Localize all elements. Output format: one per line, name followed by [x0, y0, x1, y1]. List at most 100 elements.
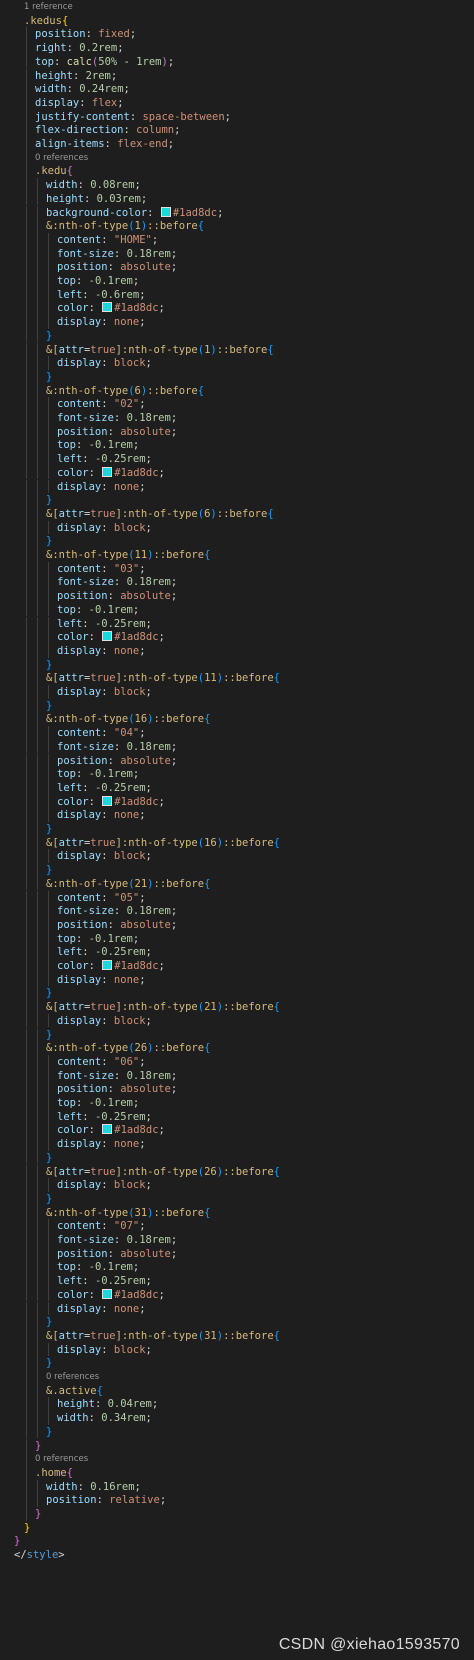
code-token: : — [101, 850, 114, 863]
code-token: { — [267, 507, 274, 520]
code-token: : — [88, 302, 102, 315]
code-token: ; — [158, 631, 165, 644]
indent-guide — [26, 739, 27, 754]
code-line: color: #1ad8dc; — [57, 1288, 165, 1303]
code-token: content — [57, 727, 102, 740]
code-token: ; — [139, 727, 146, 740]
code-token: ; — [139, 973, 146, 986]
code-line: width: 0.16rem; — [46, 1480, 141, 1495]
code-token: right — [35, 42, 67, 55]
code-token: display — [57, 809, 102, 822]
code-token: : — [79, 96, 92, 109]
indent-guide — [48, 356, 49, 370]
indent-guide — [37, 438, 38, 453]
code-token: top — [57, 932, 76, 945]
code-token: display — [57, 1302, 102, 1315]
code-token: ; — [145, 850, 152, 863]
indent-guide — [26, 1178, 27, 1192]
code-line: justify-content: space-between; — [35, 110, 231, 125]
code-line: height: 2rem; — [35, 69, 117, 84]
code-token: 11 — [204, 672, 217, 685]
code-token: content — [57, 1220, 102, 1233]
code-token: ::before — [153, 713, 205, 726]
code-token: 0.08rem — [90, 179, 135, 192]
color-swatch[interactable] — [102, 1288, 113, 1299]
code-token: > — [58, 1549, 65, 1562]
indent-guide — [26, 1246, 27, 1261]
code-token: &:nth-of-type — [46, 1042, 129, 1055]
code-token: &[ — [46, 1329, 59, 1342]
indent-guide — [26, 1301, 27, 1316]
code-token: ::before — [153, 549, 205, 561]
code-token: #1ad8dc — [172, 206, 218, 219]
code-token: fixed — [98, 28, 130, 41]
code-token: absolute — [120, 1247, 171, 1260]
code-line: font-size: 0.18rem; — [57, 1069, 177, 1084]
color-swatch[interactable] — [160, 206, 171, 217]
code-token: absolute — [120, 425, 171, 438]
code-token: 21 — [134, 877, 148, 890]
code-line: display: block; — [57, 1343, 152, 1358]
code-lens[interactable]: 0 references — [46, 1370, 99, 1385]
indent-guide — [37, 342, 38, 357]
code-lens[interactable]: 0 references — [35, 151, 88, 166]
color-swatch[interactable] — [102, 466, 113, 477]
code-token: : — [113, 1234, 127, 1246]
code-token: : — [96, 1494, 110, 1507]
color-swatch[interactable] — [102, 631, 113, 642]
color-swatch[interactable] — [102, 960, 113, 970]
indent-guide — [26, 726, 27, 740]
code-line: font-size: 0.18rem; — [57, 740, 177, 755]
indent-guide — [48, 808, 49, 822]
code-token: : — [101, 1179, 114, 1192]
code-token: { — [273, 1001, 280, 1014]
code-line: color: #1ad8dc; — [57, 1123, 165, 1138]
code-token: : — [107, 918, 121, 931]
code-token: ; — [139, 480, 146, 493]
indent-guide — [26, 972, 27, 987]
code-line: } — [46, 986, 52, 1001]
indent-guide — [37, 1479, 38, 1494]
code-token: 0.03rem — [96, 192, 141, 205]
indent-guide — [37, 548, 38, 562]
code-token: ; — [145, 1275, 152, 1288]
code-token: ; — [132, 603, 140, 616]
code-token: : — [101, 1220, 114, 1233]
code-token: ; — [170, 247, 178, 260]
indent-guide — [26, 589, 27, 603]
code-lens[interactable]: 1 reference — [24, 0, 73, 15]
indent-guide — [37, 397, 38, 411]
code-token: } — [46, 864, 53, 877]
code-token: : — [107, 590, 121, 603]
code-line: &[attr=true]:nth-of-type(26)::before{ — [46, 1165, 280, 1180]
code-token: : — [113, 1069, 127, 1082]
code-line: height: 0.04rem; — [57, 1397, 158, 1412]
code-token: #1ad8dc — [114, 302, 159, 315]
code-token: attr — [58, 672, 84, 685]
code-line: left: -0.25rem; — [57, 1274, 152, 1289]
indent-guide — [26, 1233, 27, 1247]
color-swatch[interactable] — [102, 795, 113, 806]
indent-guide — [26, 1383, 27, 1398]
code-token: -0.25rem — [94, 781, 146, 794]
code-token: ; — [117, 42, 124, 55]
indent-guide — [26, 274, 27, 288]
code-line: position: absolute; — [57, 1082, 177, 1097]
indent-guide — [37, 589, 38, 603]
indent-guide — [26, 657, 27, 672]
code-token: -0.1rem — [88, 1097, 133, 1109]
code-token: block — [113, 1179, 146, 1192]
code-line: display: block; — [57, 1014, 152, 1029]
code-token: 16 — [204, 836, 217, 849]
code-lens[interactable]: 0 references — [35, 1452, 88, 1467]
color-swatch[interactable] — [102, 302, 113, 313]
indent-guide — [37, 959, 38, 973]
code-line: content: "07"; — [57, 1219, 146, 1234]
code-token: position — [35, 28, 86, 41]
code-token: block — [113, 1014, 146, 1027]
indent-guide — [26, 1507, 27, 1521]
code-token: true — [90, 672, 116, 685]
code-token: top — [57, 439, 76, 452]
color-swatch[interactable] — [102, 1124, 113, 1135]
code-editor[interactable]: 1 reference .kedus{position: fixed; right:… — [0, 0, 474, 1660]
